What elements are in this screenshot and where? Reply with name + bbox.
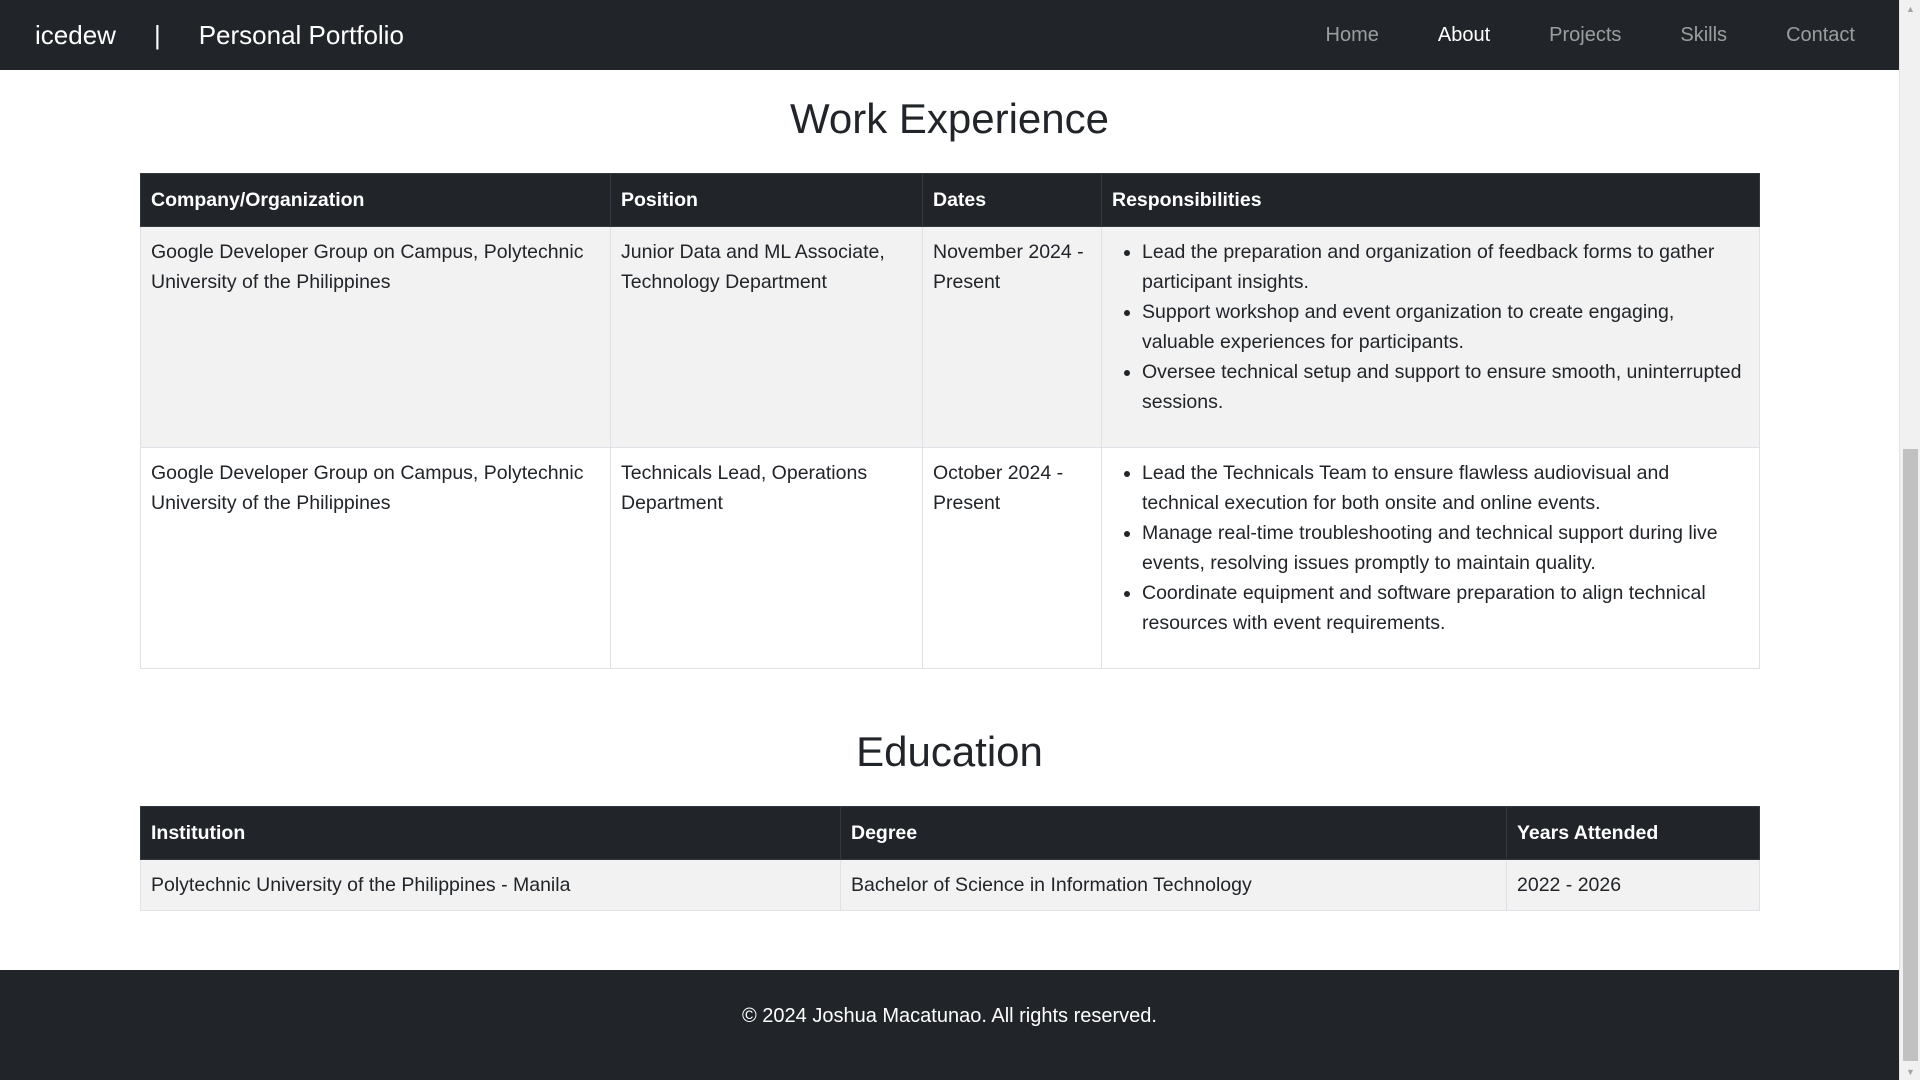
column-header-responsibilities: Responsibilities xyxy=(1101,173,1760,227)
navbar-brand[interactable]: icedew | Personal Portfolio xyxy=(35,20,404,51)
cell-years: 2022 - 2026 xyxy=(1506,859,1760,911)
table-row: Google Developer Group on Campus, Polyte… xyxy=(140,226,1760,448)
column-header-degree: Degree xyxy=(840,806,1507,860)
scroll-up-arrow-icon[interactable]: ▲ xyxy=(1900,0,1920,17)
list-item: Lead the preparation and organization of… xyxy=(1142,237,1749,297)
cell-company: Google Developer Group on Campus, Polyte… xyxy=(140,226,611,448)
column-header-institution: Institution xyxy=(140,806,841,860)
cell-responsibilities: Lead the preparation and organization of… xyxy=(1101,226,1760,448)
nav-link-skills[interactable]: Skills xyxy=(1680,24,1727,47)
scrollbar-thumb[interactable] xyxy=(1903,449,1918,1061)
list-item: Support workshop and event organization … xyxy=(1142,297,1749,357)
footer: © 2024 Joshua Macatunao. All rights rese… xyxy=(0,970,1899,1080)
cell-responsibilities: Lead the Technicals Team to ensure flawl… xyxy=(1101,447,1760,669)
nav-links: Home About Projects Skills Contact xyxy=(1267,24,1855,47)
footer-copyright: © 2024 Joshua Macatunao. All rights rese… xyxy=(742,1005,1157,1027)
brand-name: icedew xyxy=(35,19,116,50)
cell-institution: Polytechnic University of the Philippine… xyxy=(140,859,841,911)
cell-dates: November 2024 - Present xyxy=(922,226,1102,448)
responsibilities-list: Lead the Technicals Team to ensure flawl… xyxy=(1112,458,1749,638)
list-item: Oversee technical setup and support to e… xyxy=(1142,357,1749,417)
page: icedew | Personal Portfolio Home About P… xyxy=(0,0,1899,1080)
table-row: Google Developer Group on Campus, Polyte… xyxy=(140,447,1760,669)
column-header-years: Years Attended xyxy=(1506,806,1760,860)
table-header-row: Institution Degree Years Attended xyxy=(140,806,1760,860)
education-table: Institution Degree Years Attended Polyte… xyxy=(140,806,1760,911)
list-item: Coordinate equipment and software prepar… xyxy=(1142,578,1749,638)
vertical-scrollbar[interactable]: ▲ ▼ xyxy=(1899,0,1920,1080)
nav-link-about[interactable]: About xyxy=(1438,24,1490,47)
brand-separator: | xyxy=(153,19,161,50)
brand-subtitle: Personal Portfolio xyxy=(198,19,404,50)
work-experience-title: Work Experience xyxy=(789,95,1110,142)
column-header-dates: Dates xyxy=(922,173,1102,227)
nav-link-home[interactable]: Home xyxy=(1326,24,1379,47)
cell-position: Junior Data and ML Associate, Technology… xyxy=(610,226,923,448)
cell-position: Technicals Lead, Operations Department xyxy=(610,447,923,669)
cell-degree: Bachelor of Science in Information Techn… xyxy=(840,859,1507,911)
scroll-down-arrow-icon[interactable]: ▼ xyxy=(1900,1063,1920,1080)
list-item: Manage real-time troubleshooting and tec… xyxy=(1142,518,1749,578)
column-header-position: Position xyxy=(610,173,923,227)
work-experience-table: Company/Organization Position Dates Resp… xyxy=(140,173,1760,669)
nav-link-projects[interactable]: Projects xyxy=(1549,24,1621,47)
table-row: Polytechnic University of the Philippine… xyxy=(140,859,1760,911)
table-header-row: Company/Organization Position Dates Resp… xyxy=(140,173,1760,227)
education-title: Education xyxy=(856,728,1043,775)
column-header-company: Company/Organization xyxy=(140,173,611,227)
cell-dates: October 2024 - Present xyxy=(922,447,1102,669)
navbar: icedew | Personal Portfolio Home About P… xyxy=(0,0,1899,70)
nav-link-contact[interactable]: Contact xyxy=(1786,24,1855,47)
list-item: Lead the Technicals Team to ensure flawl… xyxy=(1142,458,1749,518)
cell-company: Google Developer Group on Campus, Polyte… xyxy=(140,447,611,669)
responsibilities-list: Lead the preparation and organization of… xyxy=(1112,237,1749,417)
